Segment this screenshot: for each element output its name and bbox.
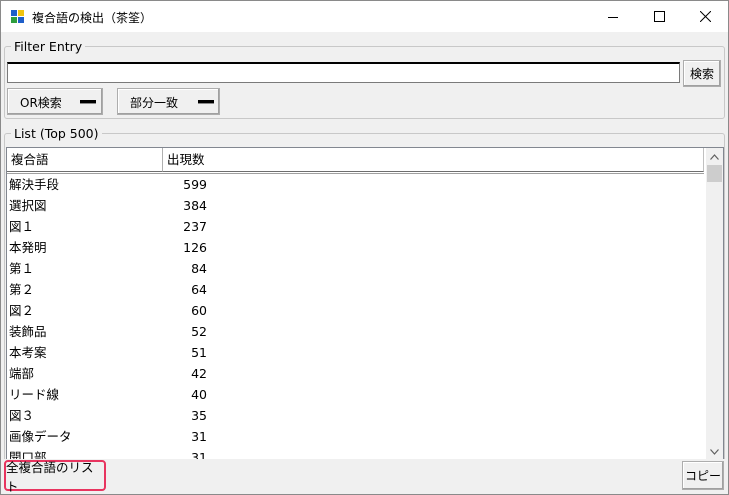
- list-rows: 解決手段 599 選択図 384 図１ 237 本発明 126 第１ 84 第２ 64 図２…: [7, 174, 704, 460]
- row-count: 35: [191, 408, 207, 423]
- chevron-up-icon: [710, 153, 719, 160]
- row-term: 本発明: [9, 240, 47, 255]
- row-term: リード線: [9, 387, 60, 402]
- row-term: 装飾品: [9, 324, 47, 339]
- table-row[interactable]: 解決手段 599: [7, 174, 704, 195]
- or-search-dropdown[interactable]: OR検索: [7, 88, 103, 115]
- dropdown-bar-icon: [198, 100, 214, 104]
- minimize-button[interactable]: [590, 1, 636, 32]
- table-row[interactable]: 第２ 64: [7, 279, 704, 300]
- scroll-up-button[interactable]: [706, 148, 723, 165]
- column-header-term[interactable]: 複合語: [7, 148, 163, 172]
- row-count: 40: [191, 387, 207, 402]
- main-window: 複合語の検出（茶筌） Filter Entry 検索 OR検索 部分一致 Lis…: [0, 0, 729, 495]
- minimize-icon: [608, 16, 618, 18]
- row-term: 画像データ: [9, 429, 72, 444]
- row-term: 選択図: [9, 198, 47, 213]
- table-row[interactable]: 本考案 51: [7, 342, 704, 363]
- scroll-thumb[interactable]: [707, 165, 722, 182]
- window-title: 複合語の検出（茶筌）: [32, 11, 153, 25]
- app-icon: [11, 10, 24, 23]
- maximize-icon: [653, 11, 665, 22]
- row-count: 126: [183, 240, 207, 255]
- column-header-count[interactable]: 出現数: [163, 148, 704, 172]
- list-header: 複合語 出現数: [7, 148, 704, 174]
- search-button[interactable]: 検索: [683, 60, 721, 87]
- partial-match-dropdown-label: 部分一致: [130, 96, 179, 110]
- vertical-scrollbar[interactable]: [706, 148, 723, 460]
- row-term: 図３: [9, 408, 35, 423]
- table-row[interactable]: 画像データ 31: [7, 426, 704, 447]
- filter-entry-legend: Filter Entry: [14, 39, 83, 54]
- row-term: 第２: [9, 282, 35, 297]
- table-row[interactable]: 第１ 84: [7, 258, 704, 279]
- or-search-dropdown-label: OR検索: [20, 96, 62, 110]
- table-row[interactable]: 端部 42: [7, 363, 704, 384]
- row-count: 384: [183, 198, 207, 213]
- table-row[interactable]: 図３ 35: [7, 405, 704, 426]
- copy-button[interactable]: コピー: [682, 461, 724, 490]
- table-row[interactable]: 選択図 384: [7, 195, 704, 216]
- table-row[interactable]: 装飾品 52: [7, 321, 704, 342]
- row-term: 本考案: [9, 345, 47, 360]
- row-count: 237: [183, 219, 207, 234]
- row-count: 599: [183, 177, 207, 192]
- row-term: 端部: [9, 366, 35, 381]
- table-row[interactable]: 図２ 60: [7, 300, 704, 321]
- term-list[interactable]: 複合語 出現数 解決手段 599 選択図 384 図１ 237 本発明 126 第１ 84…: [6, 147, 724, 461]
- row-count: 42: [191, 366, 207, 381]
- table-row[interactable]: リード線 40: [7, 384, 704, 405]
- scroll-down-button[interactable]: [706, 443, 723, 460]
- row-count: 60: [191, 303, 207, 318]
- footer-bar: 全複合語のリスト コピー: [1, 459, 728, 494]
- filter-input[interactable]: [7, 62, 680, 83]
- maximize-button[interactable]: [636, 1, 682, 32]
- row-term: 第１: [9, 261, 35, 276]
- close-button[interactable]: [682, 1, 728, 32]
- row-count: 84: [191, 261, 207, 276]
- row-count: 52: [191, 324, 207, 339]
- chevron-down-icon: [710, 448, 719, 455]
- dropdown-bar-icon: [80, 100, 96, 104]
- table-row[interactable]: 本発明 126: [7, 237, 704, 258]
- row-count: 64: [191, 282, 207, 297]
- close-icon: [699, 11, 711, 22]
- title-bar[interactable]: 複合語の検出（茶筌）: [1, 1, 728, 32]
- table-row[interactable]: 図１ 237: [7, 216, 704, 237]
- all-compound-list-button[interactable]: 全複合語のリスト: [4, 460, 106, 494]
- row-count: 31: [191, 429, 207, 444]
- row-term: 解決手段: [9, 177, 60, 192]
- row-count: 51: [191, 345, 207, 360]
- partial-match-dropdown[interactable]: 部分一致: [117, 88, 220, 115]
- row-term: 図１: [9, 219, 35, 234]
- list-legend: List (Top 500): [14, 126, 99, 141]
- row-term: 図２: [9, 303, 35, 318]
